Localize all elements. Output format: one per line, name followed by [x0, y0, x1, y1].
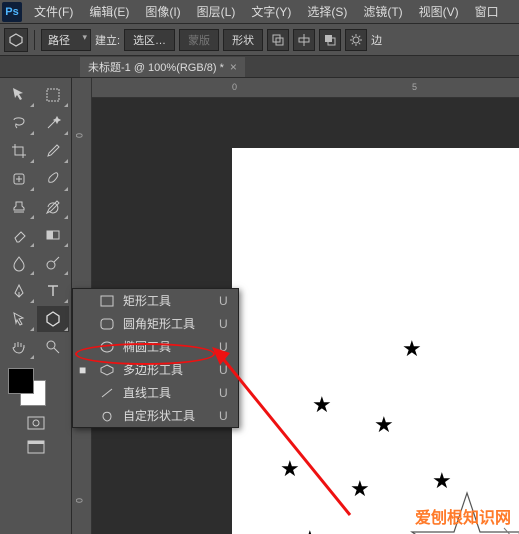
shape-tool[interactable] — [37, 306, 69, 332]
document-tab[interactable]: 未标题-1 @ 100%(RGB/8) * × — [80, 57, 245, 77]
star-shape: ★ — [312, 392, 332, 418]
flyout-label: 自定形状工具 — [123, 407, 195, 424]
healing-tool[interactable] — [3, 166, 35, 192]
menu-filter[interactable]: 滤镜(T) — [355, 3, 410, 20]
flyout-shortcut: U — [219, 294, 228, 308]
document-tabs: 未标题-1 @ 100%(RGB/8) * × — [0, 56, 519, 78]
ruler-tick: 0 — [74, 133, 84, 138]
menu-layer[interactable]: 图层(L) — [189, 3, 244, 20]
current-tool-preview[interactable] — [4, 28, 28, 52]
marquee-tool[interactable] — [37, 82, 69, 108]
sides-label: 边 — [371, 32, 382, 48]
menu-view[interactable]: 视图(V) — [411, 3, 467, 20]
lasso-tool[interactable] — [3, 110, 35, 136]
menu-type[interactable]: 文字(Y) — [243, 3, 299, 20]
hand-tool[interactable] — [3, 334, 35, 360]
check-icon: ■ — [79, 363, 91, 377]
watermark: 爱刨根知识网 — [415, 504, 511, 528]
mode-dropdown[interactable]: 路径 — [41, 29, 91, 51]
brush-tool[interactable] — [37, 166, 69, 192]
rectangle-icon — [99, 294, 115, 308]
crop-tool[interactable] — [3, 138, 35, 164]
eyedropper-tool[interactable] — [37, 138, 69, 164]
pen-tool[interactable] — [3, 278, 35, 304]
path-arrange-icon[interactable] — [319, 29, 341, 51]
menu-edit[interactable]: 编辑(E) — [81, 3, 137, 20]
flyout-rounded-rectangle-tool[interactable]: 圆角矩形工具 U — [73, 312, 238, 335]
make-shape-button[interactable]: 形状 — [223, 29, 263, 51]
gradient-tool[interactable] — [37, 222, 69, 248]
canvas[interactable]: ★ ★ ★ ★ ★ ★ ★ ★ — [232, 148, 519, 534]
ruler-tick: 0 — [74, 498, 84, 503]
make-label: 建立: — [95, 32, 120, 48]
flyout-label: 多边形工具 — [123, 361, 195, 378]
stamp-tool[interactable] — [3, 194, 35, 220]
menu-select[interactable]: 选择(S) — [299, 3, 355, 20]
flyout-label: 直线工具 — [123, 384, 195, 401]
wand-tool[interactable] — [37, 110, 69, 136]
star-shape: ★ — [300, 526, 320, 534]
flyout-label: 矩形工具 — [123, 292, 195, 309]
line-icon — [99, 386, 115, 400]
history-brush-tool[interactable] — [37, 194, 69, 220]
flyout-rectangle-tool[interactable]: 矩形工具 U — [73, 289, 238, 312]
move-tool[interactable] — [3, 82, 35, 108]
color-swatches[interactable] — [2, 366, 69, 408]
close-icon[interactable]: × — [230, 60, 237, 74]
dodge-tool[interactable] — [37, 250, 69, 276]
type-tool[interactable] — [37, 278, 69, 304]
quickmask-button[interactable] — [20, 412, 52, 434]
flyout-ellipse-tool[interactable]: 椭圆工具 U — [73, 335, 238, 358]
screenmode-button[interactable] — [20, 436, 52, 458]
menu-file[interactable]: 文件(F) — [26, 3, 81, 20]
zoom-tool[interactable] — [37, 334, 69, 360]
flyout-line-tool[interactable]: 直线工具 U — [73, 381, 238, 404]
ruler-tick: 5 — [412, 82, 417, 92]
menu-window[interactable]: 窗口 — [467, 3, 507, 20]
polygon-icon — [99, 363, 115, 377]
ruler-tick: 0 — [232, 82, 237, 92]
star-shape: ★ — [402, 336, 422, 362]
flyout-label: 圆角矩形工具 — [123, 315, 195, 332]
flyout-shortcut: U — [219, 363, 228, 377]
divider — [34, 30, 35, 50]
path-align-icon[interactable] — [293, 29, 315, 51]
app-icon: Ps — [2, 2, 22, 22]
flyout-polygon-tool[interactable]: ■ 多边形工具 U — [73, 358, 238, 381]
star-shape: ★ — [350, 476, 370, 502]
blur-tool[interactable] — [3, 250, 35, 276]
eraser-tool[interactable] — [3, 222, 35, 248]
make-mask-button[interactable]: 蒙版 — [179, 29, 219, 51]
flyout-label: 椭圆工具 — [123, 338, 195, 355]
menu-image[interactable]: 图像(I) — [137, 3, 188, 20]
rounded-rectangle-icon — [99, 317, 115, 331]
make-selection-button[interactable]: 选区… — [124, 29, 175, 51]
flyout-shortcut: U — [219, 386, 228, 400]
ruler-horizontal[interactable]: 0 5 — [92, 78, 519, 98]
options-bar: 路径 建立: 选区… 蒙版 形状 边 — [0, 24, 519, 56]
document-tab-title: 未标题-1 @ 100%(RGB/8) * — [88, 59, 224, 75]
ellipse-icon — [99, 340, 115, 354]
star-shape: ★ — [374, 412, 394, 438]
gear-icon[interactable] — [345, 29, 367, 51]
menubar: Ps 文件(F) 编辑(E) 图像(I) 图层(L) 文字(Y) 选择(S) 滤… — [0, 0, 519, 24]
flyout-custom-shape-tool[interactable]: 自定形状工具 U — [73, 404, 238, 427]
path-selection-tool[interactable] — [3, 306, 35, 332]
flyout-shortcut: U — [219, 340, 228, 354]
polygon-icon — [9, 33, 23, 47]
custom-shape-icon — [99, 409, 115, 423]
foreground-swatch[interactable] — [8, 368, 34, 394]
tool-panel — [0, 78, 72, 534]
star-shape: ★ — [280, 456, 300, 482]
path-ops-combine-icon[interactable] — [267, 29, 289, 51]
shape-tool-flyout: 矩形工具 U 圆角矩形工具 U 椭圆工具 U ■ 多边形工具 U 直线工具 U … — [72, 288, 239, 428]
flyout-shortcut: U — [219, 409, 228, 423]
flyout-shortcut: U — [219, 317, 228, 331]
